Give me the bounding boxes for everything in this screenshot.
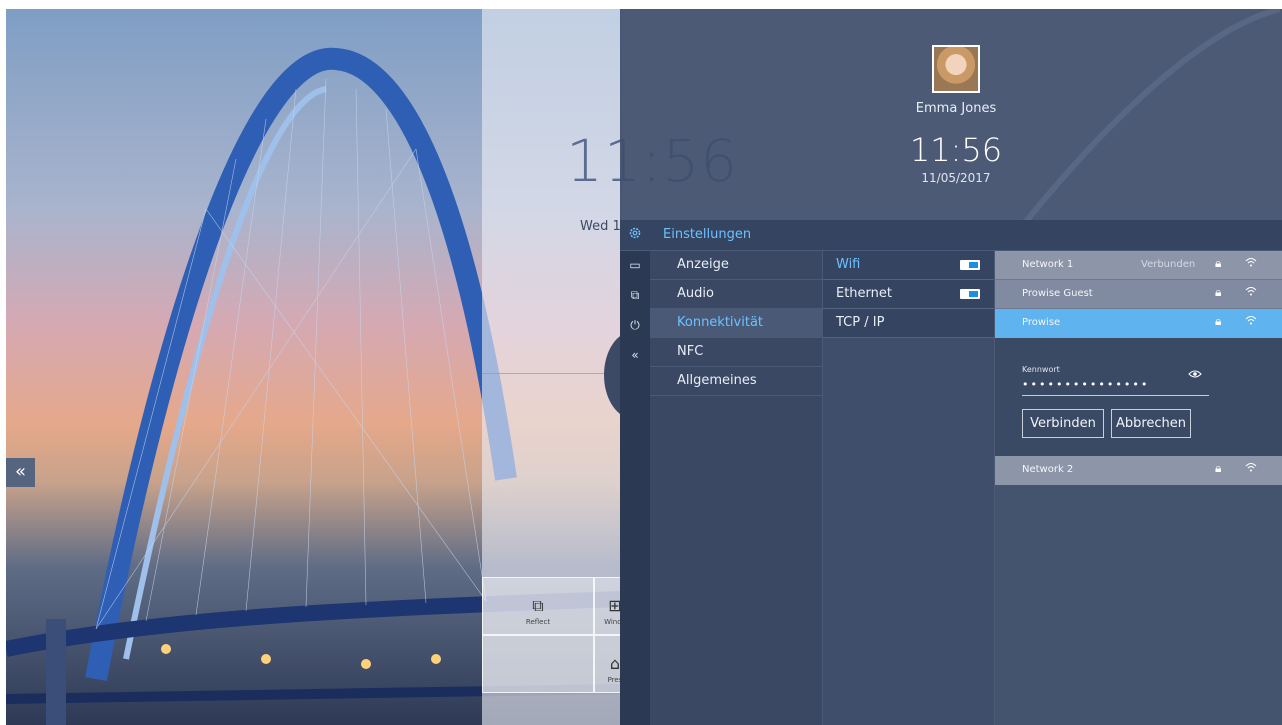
wifi-icon [1245, 256, 1257, 270]
tile-empty[interactable] [482, 635, 594, 693]
ethernet-toggle[interactable] [960, 289, 980, 299]
clock-date: 11/05/2017 [921, 171, 991, 185]
network-name: Network 2 [1022, 464, 1074, 475]
connection-wifi[interactable]: Wifi [823, 251, 994, 280]
wifi-icon [1245, 314, 1257, 328]
category-konnektivitaet[interactable]: Konnektivität [650, 309, 822, 338]
display-icon[interactable]: ▭ [620, 251, 650, 279]
wifi-icon [1245, 285, 1257, 299]
wifi-icon [1245, 461, 1257, 475]
eye-icon[interactable] [1188, 368, 1202, 382]
connect-button[interactable]: Verbinden [1022, 409, 1104, 438]
password-input[interactable]: ••••••••••••••• [1022, 378, 1149, 391]
category-nfc[interactable]: NFC [650, 338, 822, 367]
category-audio[interactable]: Audio [650, 280, 822, 309]
password-label: Kennwort [1022, 365, 1060, 374]
screen: ⧉ Reflect ⊞ Windo ⌂ Pres 11:56 Wed 1 « E… [6, 9, 1282, 725]
collapse-icon[interactable]: « [620, 341, 650, 369]
lock-icon: 🔒︎ [1215, 285, 1222, 299]
network-list: Network 1 Verbunden 🔒︎ Prowise Guest 🔒︎ … [995, 251, 1282, 725]
network-name: Prowise [1022, 317, 1061, 328]
connection-label: Ethernet [836, 286, 892, 301]
lock-icon: 🔒︎ [1215, 314, 1222, 328]
input-underline [1022, 395, 1209, 396]
category-label: Audio [677, 286, 714, 301]
wallpaper: ⧉ Reflect ⊞ Windo ⌂ Pres 11:56 Wed 1 « [6, 9, 737, 725]
connection-label: Wifi [836, 257, 861, 272]
network-name: Network 1 [1022, 259, 1074, 270]
tile-reflect[interactable]: ⧉ Reflect [482, 577, 594, 635]
category-label: Allgemeines [677, 373, 757, 388]
user-avatar[interactable] [932, 45, 980, 93]
password-form: Kennwort ••••••••••••••• Verbinden Abbre… [995, 338, 1282, 456]
power-icon[interactable]: ⏻ [620, 311, 650, 339]
screen-mirror-icon: ⧉ [532, 596, 544, 615]
gear-icon [628, 226, 642, 240]
background-date: Wed 1 [580, 219, 621, 234]
tile-label: Reflect [525, 618, 551, 626]
settings-header: Einstellungen [620, 220, 1282, 251]
user-name: Emma Jones [915, 101, 997, 116]
cancel-button[interactable]: Abbrechen [1111, 409, 1191, 438]
bridge-ghost [1020, 9, 1280, 229]
screens-icon[interactable]: ⧉ [620, 281, 650, 309]
network-item[interactable]: Prowise Guest 🔒︎ [995, 280, 1282, 309]
divider [482, 373, 622, 374]
settings-icon-rail: ▭ ⧉ ⏻ « [620, 251, 650, 725]
network-status: Verbunden [1141, 259, 1196, 270]
category-label: Konnektivität [677, 315, 764, 330]
lock-icon: 🔒︎ [1215, 461, 1222, 475]
settings-panel: Einstellungen ▭ ⧉ ⏻ « Anzeige Audio Konn… [620, 220, 1282, 725]
category-anzeige[interactable]: Anzeige [650, 251, 822, 280]
connection-label: TCP / IP [836, 315, 885, 330]
network-name: Prowise Guest [1022, 288, 1093, 299]
network-item[interactable]: Network 2 🔒︎ [995, 456, 1282, 485]
quick-tiles: ⧉ Reflect ⊞ Windo ⌂ Pres [482, 577, 636, 725]
settings-title: Einstellungen [663, 227, 752, 242]
connection-tcpip[interactable]: TCP / IP [823, 309, 994, 338]
connection-types: Wifi Ethernet TCP / IP [823, 251, 994, 725]
settings-categories: Anzeige Audio Konnektivität NFC Allgemei… [650, 251, 822, 725]
category-label: NFC [677, 344, 704, 359]
network-item[interactable]: Network 1 Verbunden 🔒︎ [995, 251, 1282, 280]
category-allgemeines[interactable]: Allgemeines [650, 367, 822, 396]
wifi-toggle[interactable] [960, 260, 980, 270]
connection-ethernet[interactable]: Ethernet [823, 280, 994, 309]
lock-icon: 🔒︎ [1215, 256, 1222, 270]
network-item-selected[interactable]: Prowise 🔒︎ [995, 309, 1282, 338]
expand-left-button[interactable]: « [6, 458, 35, 487]
category-label: Anzeige [677, 257, 729, 272]
clock-time: 11:56 [909, 131, 1003, 169]
